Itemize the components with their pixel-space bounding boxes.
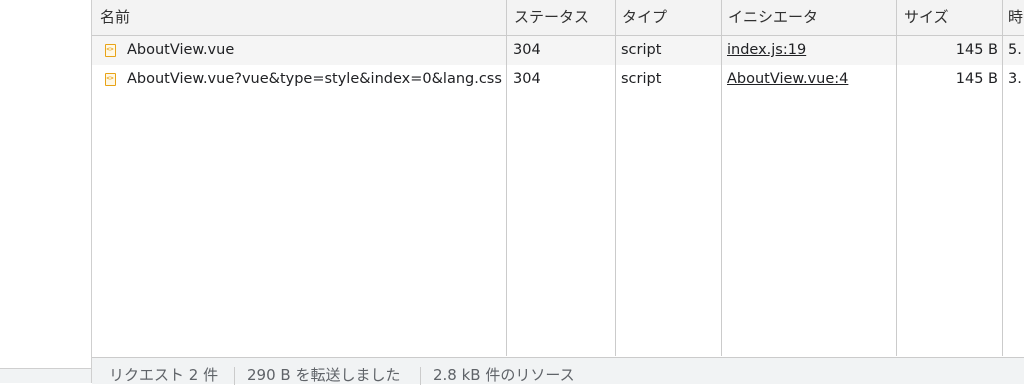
request-size: 145 B	[955, 71, 998, 87]
network-request-table: 名前 ステータス タイプ イニシエータ サイズ 時 AboutView.vue …	[92, 0, 1024, 356]
request-initiator-link[interactable]: AboutView.vue:4	[727, 65, 887, 94]
request-type: script	[621, 42, 662, 58]
summary-divider	[234, 367, 235, 385]
request-name[interactable]: AboutView.vue?vue&type=style&index=0&lan…	[127, 65, 502, 94]
request-type: script	[621, 71, 662, 87]
network-summary-bar: リクエスト 2 件 290 B を転送しました 2.8 kB 件のリソース	[92, 357, 1024, 385]
request-status: 304	[513, 42, 541, 58]
summary-divider	[420, 367, 421, 385]
request-initiator-link[interactable]: index.js:19	[727, 36, 887, 65]
request-count: リクエスト 2 件	[109, 366, 219, 384]
column-header-time[interactable]: 時	[1008, 0, 1024, 35]
table-header: 名前 ステータス タイプ イニシエータ サイズ 時	[92, 0, 1024, 36]
request-time: 3.	[1008, 71, 1022, 87]
request-status: 304	[513, 71, 541, 87]
table-row[interactable]: AboutView.vue 304 script index.js:19 145…	[92, 36, 1024, 65]
column-divider[interactable]	[615, 0, 616, 356]
column-divider[interactable]	[1002, 0, 1003, 356]
request-time: 5.	[1008, 42, 1022, 58]
resources-size: 2.8 kB 件のリソース	[433, 366, 575, 384]
column-header-size[interactable]: サイズ	[904, 0, 999, 35]
column-header-type[interactable]: タイプ	[622, 0, 717, 35]
column-divider[interactable]	[721, 0, 722, 356]
left-pane-footer	[0, 368, 91, 383]
request-size: 145 B	[955, 42, 998, 58]
transferred-size: 290 B を転送しました	[247, 366, 401, 384]
column-header-name[interactable]: 名前	[100, 0, 500, 35]
request-name[interactable]: AboutView.vue	[127, 36, 502, 65]
column-header-initiator[interactable]: イニシエータ	[728, 0, 893, 35]
table-row[interactable]: AboutView.vue?vue&type=style&index=0&lan…	[92, 65, 1024, 94]
column-divider[interactable]	[506, 0, 507, 356]
column-divider[interactable]	[896, 0, 897, 356]
script-file-icon	[105, 44, 116, 57]
left-pane	[0, 0, 92, 383]
script-file-icon	[105, 73, 116, 86]
column-header-status[interactable]: ステータス	[514, 0, 609, 35]
